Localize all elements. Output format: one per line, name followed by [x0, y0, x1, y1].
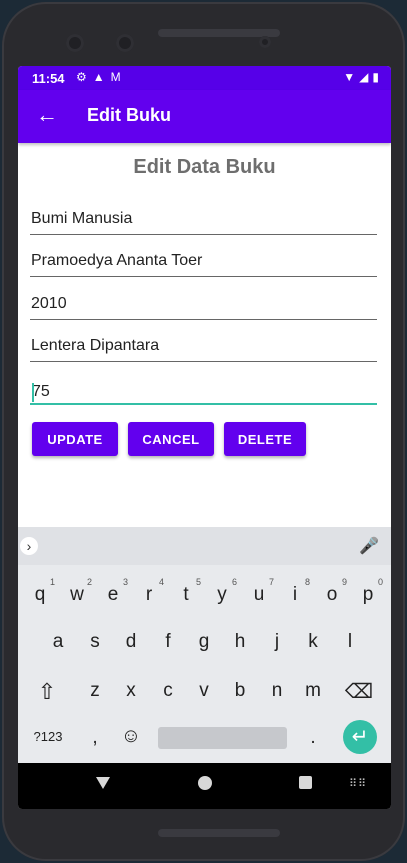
- status-time: 11:54: [32, 71, 65, 86]
- key-p[interactable]: p0: [353, 577, 383, 606]
- key-u[interactable]: u7: [244, 577, 274, 606]
- settings-icon: ⚙: [76, 70, 87, 84]
- key-e[interactable]: e3: [98, 577, 128, 606]
- period-key[interactable]: .: [298, 727, 328, 749]
- warning-icon: ▲: [92, 70, 105, 84]
- key-i[interactable]: i8: [280, 577, 310, 606]
- signal-icon: ◢: [359, 70, 369, 84]
- tahun-field[interactable]: 2010: [30, 291, 377, 320]
- key-k[interactable]: k: [298, 631, 328, 653]
- key-m[interactable]: m: [298, 680, 328, 702]
- key-h[interactable]: h: [225, 631, 255, 653]
- chevron-right-icon[interactable]: ›: [20, 537, 38, 555]
- key-v[interactable]: v: [189, 680, 219, 702]
- symbols-key[interactable]: ?123: [30, 729, 66, 744]
- bottom-speaker: [158, 829, 280, 837]
- nav-recents-icon[interactable]: [299, 776, 312, 789]
- spacebar[interactable]: [158, 727, 287, 749]
- key-s[interactable]: s: [80, 631, 110, 653]
- soft-keyboard: › 🎤 q1 w2 e3 r4 t5 y6 u7 i8 o9 p0 a s d …: [18, 527, 391, 763]
- proximity-sensor: [259, 36, 271, 48]
- cancel-button[interactable]: CANCEL: [128, 422, 214, 456]
- penulis-field[interactable]: Pramoedya Ananta Toer: [30, 248, 377, 277]
- key-r[interactable]: r4: [134, 577, 164, 606]
- key-j[interactable]: j: [262, 631, 292, 653]
- key-d[interactable]: d: [116, 631, 146, 653]
- key-q[interactable]: q1: [25, 577, 55, 606]
- page-heading: Edit Data Buku: [133, 156, 276, 178]
- key-z[interactable]: z: [80, 680, 110, 702]
- penulis-value: Pramoedya Ananta Toer: [31, 252, 203, 269]
- key-n[interactable]: n: [262, 680, 292, 702]
- app-bar-title: Edit Buku: [87, 105, 171, 125]
- app-bar: ← Edit Buku: [18, 90, 391, 143]
- key-o[interactable]: o9: [317, 577, 347, 606]
- back-arrow-icon[interactable]: ←: [34, 102, 60, 128]
- nav-back-icon[interactable]: [96, 777, 110, 789]
- judul-value: Bumi Manusia: [31, 210, 133, 227]
- text-cursor: [32, 383, 34, 402]
- key-t[interactable]: t5: [171, 577, 201, 606]
- key-w[interactable]: w2: [62, 577, 92, 606]
- front-sensor: [116, 34, 134, 52]
- emoji-icon[interactable]: ☺: [116, 725, 146, 748]
- key-l[interactable]: l: [335, 631, 365, 653]
- shift-icon[interactable]: ⇧: [32, 679, 62, 705]
- keyboard-suggestion-bar: › 🎤: [18, 527, 391, 565]
- key-f[interactable]: f: [153, 631, 183, 653]
- front-camera: [66, 34, 84, 52]
- harga-value: 75: [32, 383, 50, 400]
- nav-home-icon[interactable]: [198, 776, 212, 790]
- enter-icon[interactable]: ↵: [343, 720, 377, 754]
- backspace-icon[interactable]: ⌫: [344, 679, 374, 704]
- microphone-icon[interactable]: 🎤: [359, 536, 379, 556]
- tahun-value: 2010: [31, 295, 67, 312]
- phone-top-bezel: [2, 2, 405, 68]
- comma-key[interactable]: ,: [80, 727, 110, 749]
- key-a[interactable]: a: [43, 631, 73, 653]
- status-bar: 11:54 ⚙ ▲ M ▼ ◢ ▮: [18, 66, 391, 90]
- judul-field[interactable]: Bumi Manusia: [30, 206, 377, 235]
- update-button[interactable]: UPDATE: [32, 422, 118, 456]
- penerbit-field[interactable]: Lentera Dipantara: [30, 333, 377, 362]
- keyboard-switch-icon[interactable]: ⠿⠿: [349, 777, 367, 790]
- gmail-icon: M: [110, 70, 121, 84]
- penerbit-value: Lentera Dipantara: [31, 337, 160, 354]
- key-c[interactable]: c: [153, 680, 183, 702]
- harga-field[interactable]: 75: [30, 375, 377, 405]
- phone-frame: 11:54 ⚙ ▲ M ▼ ◢ ▮ ← Edit Buku Edit Data …: [2, 2, 405, 861]
- screen: 11:54 ⚙ ▲ M ▼ ◢ ▮ ← Edit Buku Edit Data …: [18, 66, 391, 809]
- delete-button[interactable]: DELETE: [224, 422, 306, 456]
- key-y[interactable]: y6: [207, 577, 237, 606]
- navigation-bar: ⠿⠿: [18, 763, 391, 809]
- key-b[interactable]: b: [225, 680, 255, 702]
- key-x[interactable]: x: [116, 680, 146, 702]
- key-g[interactable]: g: [189, 631, 219, 653]
- wifi-icon: ▼: [343, 70, 356, 84]
- battery-icon: ▮: [372, 70, 379, 84]
